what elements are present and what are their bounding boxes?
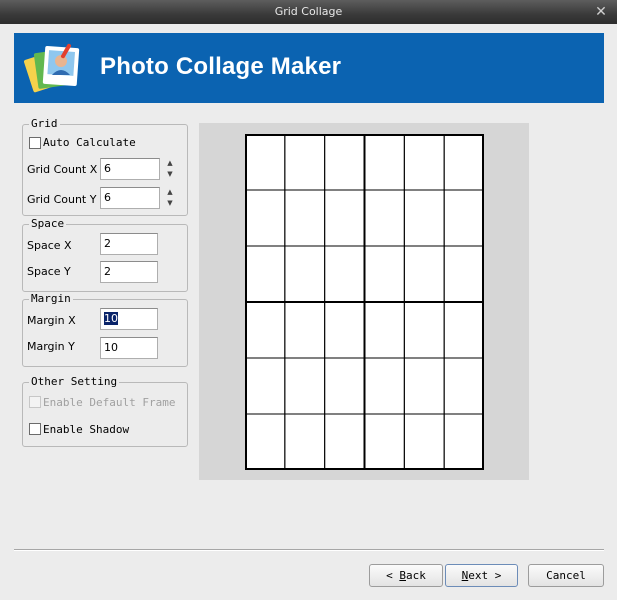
spin-down-icon[interactable]: ▼	[163, 169, 177, 180]
spin-down-icon[interactable]: ▼	[163, 198, 177, 209]
banner-title: Photo Collage Maker	[100, 53, 342, 80]
spin-up-icon[interactable]: ▲	[163, 187, 177, 198]
cancel-button[interactable]: Cancel	[528, 564, 604, 587]
back-mnemonic: B	[399, 569, 406, 582]
auto-calculate-checkbox[interactable]	[29, 137, 41, 149]
auto-calculate-label: Auto Calculate	[43, 136, 136, 149]
enable-default-frame-label: Enable Default Frame	[43, 396, 176, 409]
next-label-rest: ext	[468, 569, 489, 582]
grid-count-x-input[interactable]: 6	[100, 158, 160, 180]
enable-shadow-label: Enable Shadow	[43, 423, 130, 436]
space-y-label: Space Y	[27, 265, 71, 278]
margin-group: Margin Margin X 10 Margin Y 10	[22, 292, 188, 367]
margin-x-selected-text: 10	[104, 312, 118, 325]
space-group: Space Space X 2 Space Y 2	[22, 217, 188, 292]
enable-shadow-checkbox[interactable]	[29, 423, 41, 435]
spin-up-icon[interactable]: ▲	[163, 158, 177, 169]
grid-legend: Grid	[29, 117, 60, 130]
space-x-label: Space X	[27, 239, 72, 252]
back-label-rest: ack	[406, 569, 426, 582]
margin-x-input[interactable]: 10	[100, 308, 158, 330]
margin-y-label: Margin Y	[27, 340, 75, 353]
space-y-input[interactable]: 2	[100, 261, 158, 283]
grid-count-y-label: Grid Count Y	[27, 193, 97, 206]
footer-separator	[14, 549, 604, 551]
space-x-input[interactable]: 2	[100, 233, 158, 255]
header-banner: Photo Collage Maker	[14, 33, 604, 103]
grid-count-y-spinner[interactable]: ▲ ▼	[163, 187, 177, 209]
back-button[interactable]: < Back	[369, 564, 443, 587]
enable-default-frame-checkbox[interactable]	[29, 396, 41, 408]
photo-stack-logo-icon	[24, 43, 80, 93]
other-setting-legend: Other Setting	[29, 375, 120, 388]
grid-group: Grid Auto Calculate Grid Count X 6 ▲ ▼ G…	[22, 117, 188, 216]
grid-count-x-spinner[interactable]: ▲ ▼	[163, 158, 177, 180]
window-title: Grid Collage	[274, 5, 343, 18]
title-bar: Grid Collage ✕	[0, 0, 617, 24]
space-legend: Space	[29, 217, 67, 230]
grid-count-x-label: Grid Count X	[27, 163, 98, 176]
close-icon[interactable]: ✕	[593, 0, 609, 24]
next-button[interactable]: Next >	[445, 564, 518, 587]
margin-y-input[interactable]: 10	[100, 337, 158, 359]
collage-grid-preview	[245, 134, 484, 470]
margin-x-label: Margin X	[27, 314, 76, 327]
grid-count-y-input[interactable]: 6	[100, 187, 160, 209]
margin-legend: Margin	[29, 292, 73, 305]
back-arrow: <	[386, 569, 393, 582]
other-setting-group: Other Setting Enable Default Frame Enabl…	[22, 375, 188, 447]
next-arrow: >	[494, 569, 502, 582]
